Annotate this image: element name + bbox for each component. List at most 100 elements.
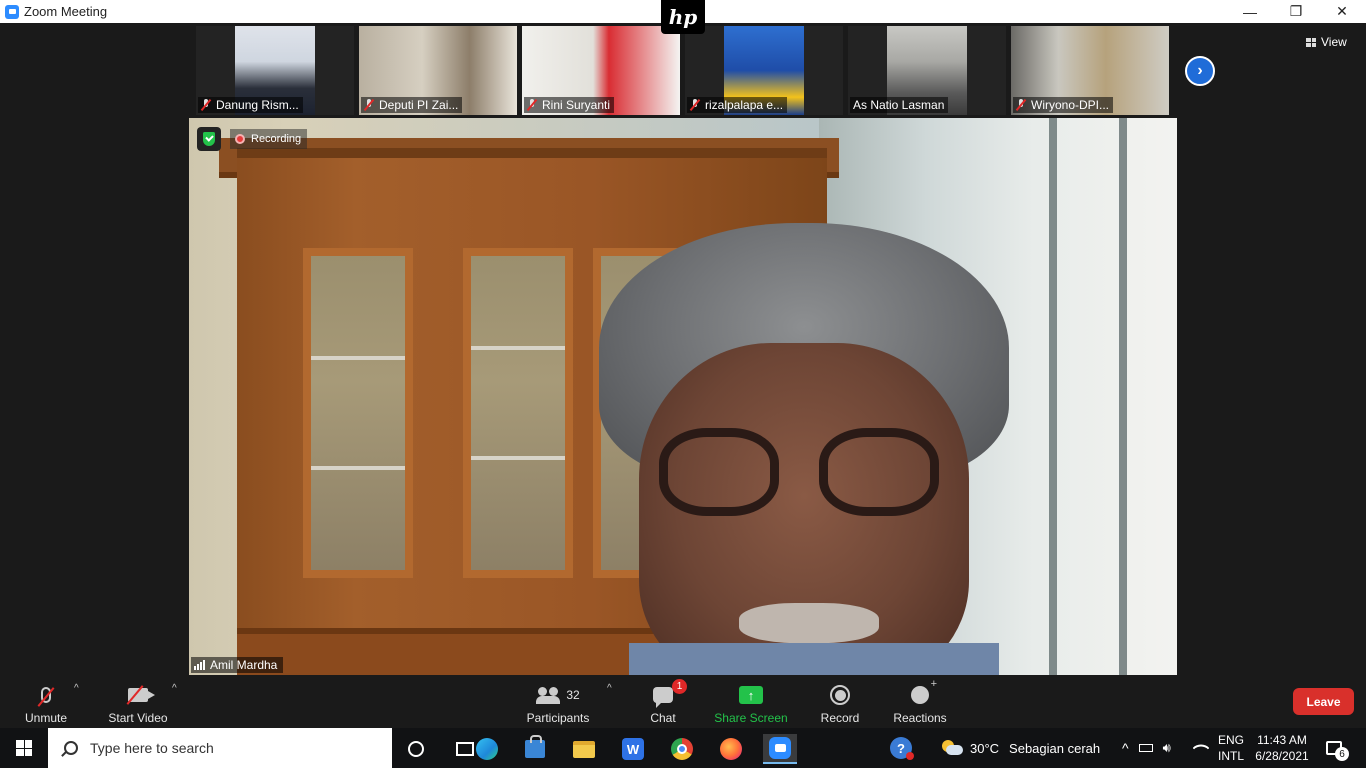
participant-tile[interactable]: Deputi PI Zai... bbox=[359, 26, 517, 115]
mic-muted-icon bbox=[690, 99, 700, 111]
participants-count: 32 bbox=[566, 688, 580, 702]
chat-unread-badge: 1 bbox=[672, 679, 687, 694]
cortana-button[interactable] bbox=[399, 734, 433, 764]
weather-description: Sebagian cerah bbox=[1009, 740, 1101, 756]
recording-dot-icon bbox=[235, 134, 245, 144]
restore-button[interactable]: ❐ bbox=[1273, 0, 1319, 23]
hp-logo-text: hp bbox=[668, 5, 698, 29]
search-icon bbox=[64, 741, 78, 755]
active-speaker-video[interactable]: Recording Amil Mardha bbox=[189, 118, 1177, 675]
input-language-indicator[interactable]: ENG INTL bbox=[1214, 728, 1248, 768]
recording-label: Recording bbox=[251, 133, 302, 145]
participant-name-label: Danung Rism... bbox=[198, 97, 303, 113]
chat-button[interactable]: 1 Chat bbox=[643, 679, 687, 725]
record-label: Record bbox=[820, 711, 860, 725]
hp-logo: hp bbox=[661, 0, 705, 34]
participant-tile[interactable]: Rini Suryanti bbox=[522, 26, 680, 115]
camera-off-icon bbox=[128, 688, 155, 702]
shield-icon bbox=[203, 132, 215, 146]
gallery-next-button[interactable]: › bbox=[1185, 56, 1215, 86]
reactions-button[interactable]: Reactions bbox=[892, 678, 948, 725]
firefox-button[interactable] bbox=[714, 734, 748, 764]
window-frame bbox=[1049, 118, 1057, 675]
speaker-name-label: Amil Mardha bbox=[191, 657, 284, 673]
close-button[interactable]: ✕ bbox=[1319, 0, 1365, 23]
glasses-left-lens bbox=[659, 428, 779, 516]
participants-button[interactable]: 32 Participants bbox=[524, 679, 592, 725]
speaker-name: Amil Mardha bbox=[210, 658, 278, 672]
unmute-button[interactable]: Unmute bbox=[22, 679, 70, 725]
view-button[interactable]: View bbox=[1306, 35, 1347, 49]
store-button[interactable] bbox=[518, 734, 552, 764]
record-button[interactable]: Record bbox=[816, 679, 864, 725]
signal-strength-icon bbox=[194, 660, 205, 670]
battery-icon[interactable] bbox=[1138, 744, 1153, 752]
participant-name: Wiryono-DPI... bbox=[1031, 98, 1110, 112]
share-screen-button[interactable]: ↑ Share Screen bbox=[713, 679, 789, 725]
participant-name: rizalpalapa e... bbox=[705, 98, 784, 112]
speaker-person bbox=[589, 223, 1019, 675]
audio-options-caret[interactable]: ^ bbox=[74, 683, 79, 694]
help-tray-button[interactable]: ? bbox=[890, 728, 914, 768]
cortana-icon bbox=[408, 741, 424, 757]
participant-name-label: As Natio Lasman bbox=[850, 97, 949, 113]
notification-count: 6 bbox=[1335, 747, 1349, 761]
wps-button[interactable]: W bbox=[616, 734, 650, 764]
speaker-moustache bbox=[739, 603, 879, 643]
video-options-caret[interactable]: ^ bbox=[172, 683, 177, 694]
windows-start-icon[interactable] bbox=[16, 740, 32, 756]
recording-indicator[interactable]: Recording bbox=[230, 129, 308, 149]
participant-tile[interactable]: rizalpalapa e... bbox=[685, 26, 843, 115]
chrome-icon bbox=[671, 738, 693, 760]
view-label: View bbox=[1321, 35, 1347, 49]
file-explorer-button[interactable] bbox=[567, 734, 601, 764]
mic-muted-icon bbox=[201, 99, 211, 111]
taskbar-search-box[interactable]: Type here to search bbox=[48, 728, 392, 768]
smiley-plus-icon bbox=[911, 678, 937, 704]
glasses-right-lens bbox=[819, 428, 939, 516]
start-video-label: Start Video bbox=[108, 711, 168, 725]
file-explorer-icon bbox=[573, 740, 595, 758]
start-video-button[interactable]: Start Video bbox=[106, 679, 170, 725]
security-shield-button[interactable] bbox=[197, 127, 221, 151]
minimize-button[interactable]: — bbox=[1227, 0, 1273, 23]
search-placeholder: Type here to search bbox=[90, 740, 214, 756]
chat-icon: 1 bbox=[653, 679, 687, 708]
language-code: ENG bbox=[1217, 733, 1244, 747]
participant-name-label: Deputi PI Zai... bbox=[361, 97, 463, 113]
taskbar-clock[interactable]: 11:43 AM 6/28/2021 bbox=[1252, 728, 1312, 768]
weather-temperature: 30°C bbox=[970, 740, 1000, 756]
participant-name: As Natio Lasman bbox=[853, 98, 945, 112]
volume-icon[interactable]: 🔊︎ bbox=[1163, 740, 1171, 756]
clock-date: 6/28/2021 bbox=[1255, 749, 1309, 763]
edge-icon bbox=[476, 738, 498, 760]
leave-button[interactable]: Leave bbox=[1293, 688, 1354, 715]
participant-name: Deputi PI Zai... bbox=[379, 98, 459, 112]
participants-options-caret[interactable]: ^ bbox=[607, 683, 612, 694]
participant-tile[interactable]: Danung Rism... bbox=[196, 26, 354, 115]
edge-button[interactable] bbox=[470, 734, 504, 764]
wifi-tray-button[interactable] bbox=[1192, 728, 1210, 768]
participant-tile[interactable]: As Natio Lasman bbox=[848, 26, 1006, 115]
unmute-label: Unmute bbox=[24, 711, 68, 725]
participant-name: Danung Rism... bbox=[216, 98, 299, 112]
chrome-button[interactable] bbox=[665, 734, 699, 764]
tray-overflow-chevron-icon[interactable]: ^ bbox=[1122, 740, 1129, 756]
view-grid-icon bbox=[1306, 37, 1316, 47]
wifi-icon bbox=[1192, 739, 1210, 757]
windows-taskbar: Type here to search W ? 30°C Sebagian ce… bbox=[0, 728, 1366, 768]
share-screen-icon: ↑ bbox=[739, 686, 763, 704]
action-center-button[interactable]: 6 bbox=[1326, 728, 1349, 768]
help-icon: ? bbox=[890, 737, 914, 760]
weather-widget[interactable]: 30°C Sebagian cerah bbox=[942, 728, 1100, 768]
microphone-muted-icon bbox=[41, 687, 51, 703]
wps-icon: W bbox=[622, 738, 644, 760]
zoom-icon bbox=[769, 737, 791, 759]
participant-tile[interactable]: Wiryono-DPI... bbox=[1011, 26, 1169, 115]
participant-name: Rini Suryanti bbox=[542, 98, 611, 112]
zoom-taskbar-button[interactable] bbox=[763, 734, 797, 764]
window-title: Zoom Meeting bbox=[24, 4, 108, 19]
mic-muted-icon bbox=[1016, 99, 1026, 111]
cabinet-glass-door bbox=[303, 248, 413, 578]
share-screen-label: Share Screen bbox=[714, 711, 788, 725]
